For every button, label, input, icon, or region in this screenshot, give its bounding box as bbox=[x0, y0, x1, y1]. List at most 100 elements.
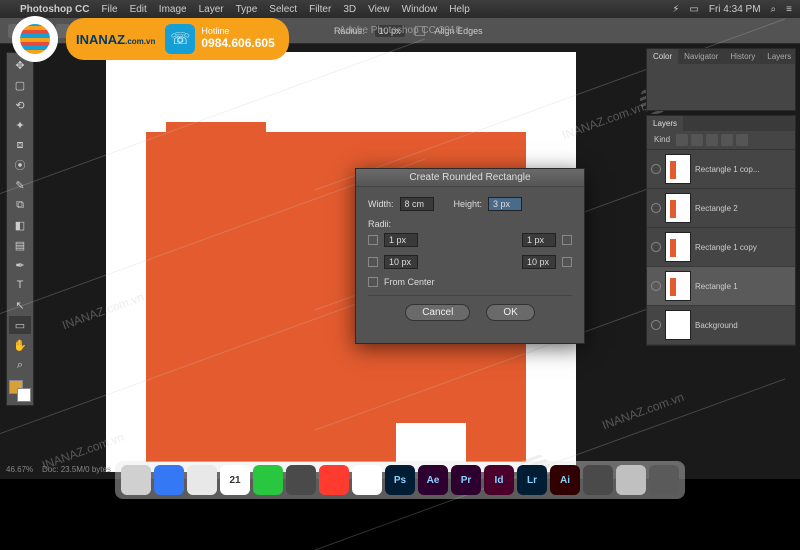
visibility-icon[interactable] bbox=[651, 320, 661, 330]
ok-button[interactable]: OK bbox=[486, 304, 534, 321]
menu-help[interactable]: Help bbox=[449, 4, 470, 15]
clock[interactable]: Fri 4:34 PM bbox=[709, 4, 761, 15]
pen-tool[interactable]: ✒ bbox=[9, 256, 31, 274]
color-panel: Color Navigator History Layers bbox=[646, 48, 796, 111]
tab-navigator[interactable]: Navigator bbox=[678, 49, 724, 64]
menu-image[interactable]: Image bbox=[159, 4, 187, 15]
dock-app-6[interactable] bbox=[319, 465, 349, 495]
radius-br-input[interactable] bbox=[522, 255, 556, 269]
layer-row[interactable]: Rectangle 2 bbox=[647, 189, 795, 228]
filter-type-icon[interactable] bbox=[706, 134, 718, 146]
marquee-tool[interactable]: ▢ bbox=[9, 76, 31, 94]
width-input[interactable] bbox=[400, 197, 434, 211]
dock-app-3[interactable]: 21 bbox=[220, 465, 250, 495]
eyedropper-tool[interactable]: ⦿ bbox=[9, 156, 31, 174]
tab-layers-top[interactable]: Layers bbox=[761, 49, 797, 64]
app-menu[interactable]: Photoshop CC bbox=[20, 4, 89, 15]
search-icon[interactable]: ⌕ bbox=[771, 4, 777, 15]
gradient-tool[interactable]: ▤ bbox=[9, 236, 31, 254]
visibility-icon[interactable] bbox=[651, 242, 661, 252]
menu-file[interactable]: File bbox=[101, 4, 117, 15]
radius-tl-input[interactable] bbox=[384, 233, 418, 247]
dock-app-10[interactable]: Pr bbox=[451, 465, 481, 495]
dock-app-11[interactable]: Id bbox=[484, 465, 514, 495]
dock-app-0[interactable] bbox=[121, 465, 151, 495]
from-center-checkbox[interactable] bbox=[368, 277, 378, 287]
layer-thumbnail[interactable] bbox=[665, 154, 691, 184]
layer-thumbnail[interactable] bbox=[665, 271, 691, 301]
height-input[interactable] bbox=[488, 197, 522, 211]
layer-name[interactable]: Rectangle 1 copy bbox=[695, 243, 757, 252]
layer-name[interactable]: Background bbox=[695, 321, 738, 330]
color-picker-body[interactable] bbox=[647, 64, 795, 110]
radius-tr-input[interactable] bbox=[522, 233, 556, 247]
dock-app-12[interactable]: Lr bbox=[517, 465, 547, 495]
layer-row[interactable]: Rectangle 1 cop... bbox=[647, 150, 795, 189]
blend-mode-select[interactable]: Kind bbox=[651, 134, 673, 146]
path-tool[interactable]: ↖ bbox=[9, 296, 31, 314]
menu-filter[interactable]: Filter bbox=[309, 4, 331, 15]
dock-app-9[interactable]: Ae bbox=[418, 465, 448, 495]
menu-extra-icon[interactable]: ≡ bbox=[786, 4, 792, 15]
hand-tool[interactable]: ✋ bbox=[9, 336, 31, 354]
battery-icon[interactable]: ▭ bbox=[689, 4, 698, 15]
zoom-level[interactable]: 46.67% bbox=[6, 465, 33, 474]
menu-3d[interactable]: 3D bbox=[343, 4, 356, 15]
menu-window[interactable]: Window bbox=[402, 4, 438, 15]
dock-app-13[interactable]: Ai bbox=[550, 465, 580, 495]
layer-thumbnail[interactable] bbox=[665, 232, 691, 262]
dock-app-5[interactable] bbox=[286, 465, 316, 495]
menu-layer[interactable]: Layer bbox=[199, 4, 224, 15]
menu-select[interactable]: Select bbox=[269, 4, 297, 15]
filter-smart-icon[interactable] bbox=[736, 134, 748, 146]
filter-shape-icon[interactable] bbox=[721, 134, 733, 146]
layer-thumbnail[interactable] bbox=[665, 310, 691, 340]
radius-bl-input[interactable] bbox=[384, 255, 418, 269]
doc-info: Doc: 23.5M/0 bytes bbox=[42, 465, 111, 474]
lasso-tool[interactable]: ⟲ bbox=[9, 96, 31, 114]
background-swatch[interactable] bbox=[17, 388, 31, 402]
tab-color[interactable]: Color bbox=[647, 49, 678, 64]
menu-view[interactable]: View bbox=[368, 4, 390, 15]
type-tool[interactable]: T bbox=[9, 276, 31, 294]
layer-name[interactable]: Rectangle 1 cop... bbox=[695, 165, 759, 174]
dock-app-4[interactable] bbox=[253, 465, 283, 495]
filter-adjust-icon[interactable] bbox=[691, 134, 703, 146]
visibility-icon[interactable] bbox=[651, 281, 661, 291]
layer-name[interactable]: Rectangle 1 bbox=[695, 282, 738, 291]
dock-app-15[interactable] bbox=[616, 465, 646, 495]
eraser-tool[interactable]: ◧ bbox=[9, 216, 31, 234]
color-swatches[interactable] bbox=[9, 380, 31, 402]
filter-pixel-icon[interactable] bbox=[676, 134, 688, 146]
cancel-button[interactable]: Cancel bbox=[405, 304, 470, 321]
link-radii-icon[interactable] bbox=[368, 235, 378, 245]
tab-layers[interactable]: Layers bbox=[647, 116, 683, 131]
layer-name[interactable]: Rectangle 2 bbox=[695, 204, 738, 213]
crop-tool[interactable]: ⧈ bbox=[9, 136, 31, 154]
visibility-icon[interactable] bbox=[651, 164, 661, 174]
wand-tool[interactable]: ✦ bbox=[9, 116, 31, 134]
link-radii-icon[interactable] bbox=[368, 257, 378, 267]
stamp-tool[interactable]: ⧉ bbox=[9, 196, 31, 214]
dock-app-8[interactable]: Ps bbox=[385, 465, 415, 495]
wifi-icon[interactable]: ⚡︎ bbox=[672, 4, 679, 15]
dock-app-2[interactable] bbox=[187, 465, 217, 495]
hotline-number: 0984.606.605 bbox=[201, 37, 274, 50]
link-radii-icon[interactable] bbox=[562, 257, 572, 267]
dock-app-16[interactable] bbox=[649, 465, 679, 495]
tab-history[interactable]: History bbox=[724, 49, 761, 64]
rectangle-tool[interactable]: ▭ bbox=[9, 316, 31, 334]
link-radii-icon[interactable] bbox=[562, 235, 572, 245]
zoom-tool[interactable]: ⌕ bbox=[9, 356, 31, 374]
menu-edit[interactable]: Edit bbox=[130, 4, 147, 15]
visibility-icon[interactable] bbox=[651, 203, 661, 213]
brush-tool[interactable]: ✎ bbox=[9, 176, 31, 194]
layer-row[interactable]: Rectangle 1 copy bbox=[647, 228, 795, 267]
dock-app-14[interactable] bbox=[583, 465, 613, 495]
layer-thumbnail[interactable] bbox=[665, 193, 691, 223]
dock-app-1[interactable] bbox=[154, 465, 184, 495]
dock-app-7[interactable] bbox=[352, 465, 382, 495]
menu-type[interactable]: Type bbox=[236, 4, 258, 15]
layer-row[interactable]: Background bbox=[647, 306, 795, 345]
layer-row[interactable]: Rectangle 1 bbox=[647, 267, 795, 306]
